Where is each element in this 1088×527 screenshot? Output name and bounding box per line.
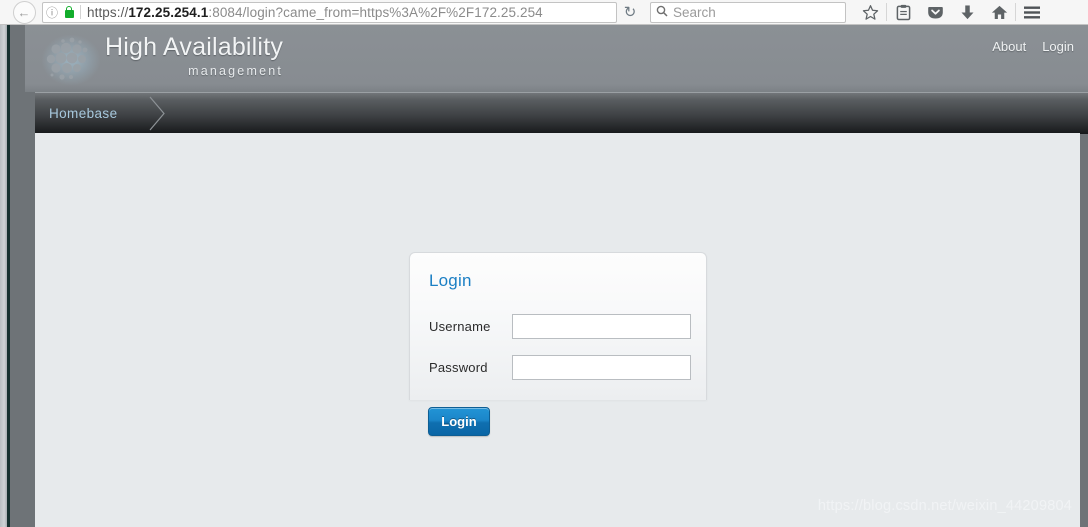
brand-block: High Availability management [105,33,284,78]
home-icon[interactable] [983,0,1015,24]
tab-homebase[interactable]: Homebase [49,93,130,134]
header-nav: About Login [992,39,1074,54]
address-bar[interactable]: ⓘ https://172.25.254.1:8084/login?came_f… [42,1,617,23]
https-lock-icon[interactable] [61,5,77,18]
url-host: 172.25.254.1 [128,4,209,20]
tab-chevron-icon [147,96,169,131]
search-input[interactable]: Search [673,5,716,20]
page-info-icon[interactable]: ⓘ [43,4,61,21]
url-path: :8084/login?came_from=https%3A%2F%2F172.… [208,4,543,20]
content-area: Login Username Password Login https://bl… [35,133,1080,527]
back-arrow-icon: ← [12,0,36,24]
login-panel: Login Username Password [409,252,707,400]
page-viewport: High Availability management About Login… [10,25,1088,527]
url-scheme: https:// [87,4,129,20]
browser-tool-icons [854,0,1048,24]
high-availability-cluster-logo [42,35,100,85]
page-scrollbar[interactable] [0,25,7,527]
password-label: Password [429,359,488,375]
address-divider [80,5,81,19]
menu-hamburger-icon[interactable] [1016,0,1048,24]
page-title: High Availability [105,33,284,61]
left-edge-strip [0,25,10,527]
watermark-text: https://blog.csdn.net/weixin_44209804 [817,498,1072,514]
search-icon [651,5,673,20]
bookmark-star-icon[interactable] [854,0,886,24]
login-panel-title: Login [429,271,472,290]
header-link-about[interactable]: About [992,39,1026,54]
username-label: Username [429,318,491,334]
brand-subtitle: management [188,63,284,78]
logo-dot-cluster-icon [46,37,88,80]
tab-bar: Homebase [35,92,1088,134]
downloads-icon[interactable] [951,0,983,24]
search-bar[interactable]: Search [650,1,846,23]
login-submit-button[interactable]: Login [428,407,490,436]
username-input[interactable] [512,313,691,339]
browser-toolbar: ← ⓘ https://172.25.254.1:8084/login?came… [0,0,1088,25]
password-input[interactable] [512,354,691,380]
site-header: High Availability management About Login [25,25,1088,92]
address-text: https://172.25.254.1:8084/login?came_fro… [87,5,543,20]
reload-icon[interactable]: ↻ [617,3,643,21]
back-button[interactable]: ← [10,0,38,24]
reader-list-icon[interactable] [887,0,919,24]
tab-homebase-label: Homebase [49,106,118,121]
pocket-icon[interactable] [919,0,951,24]
password-row: Password [429,354,691,380]
header-link-login[interactable]: Login [1042,39,1074,54]
username-row: Username [429,313,691,339]
